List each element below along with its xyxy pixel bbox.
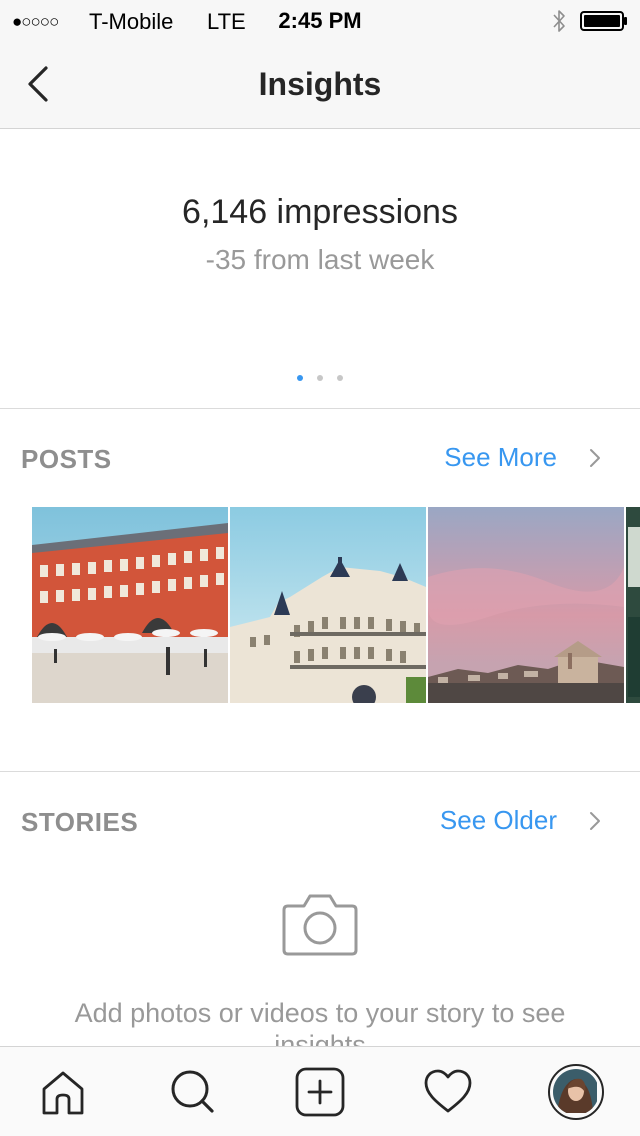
search-icon <box>171 1070 214 1113</box>
post-thumbnail-plaza[interactable] <box>32 507 228 703</box>
posts-section-title: POSTS <box>21 444 112 474</box>
post-thumbnail-building[interactable] <box>230 507 426 703</box>
tab-profile-avatar[interactable] <box>548 1064 604 1120</box>
post-thumbnail-skyline[interactable] <box>428 507 624 703</box>
page-dot <box>337 375 343 381</box>
impressions-count: 6,146 impressions <box>182 193 458 231</box>
impressions-change: -35 from last week <box>205 244 435 275</box>
stories-empty-message: Add photos or videos to your story to se… <box>74 998 566 1046</box>
avatar <box>553 1069 599 1115</box>
home-icon <box>42 1071 84 1115</box>
impressions-summary[interactable]: 6,146 impressions -35 from last week <box>0 129 640 409</box>
stories-section-title: STORIES <box>21 807 139 837</box>
see-more-link[interactable]: See More <box>400 442 557 473</box>
add-post-icon <box>295 1067 345 1117</box>
page-dot <box>317 375 323 381</box>
chevron-right-icon[interactable] <box>588 810 602 832</box>
tab-search[interactable] <box>166 1065 220 1119</box>
tab-bar <box>0 1046 640 1136</box>
tab-activity[interactable] <box>421 1065 475 1119</box>
battery-icon <box>580 11 627 31</box>
camera-icon <box>282 894 358 956</box>
status-time: 2:45 PM <box>278 8 362 33</box>
heart-icon <box>424 1069 472 1113</box>
page-title: Insights <box>258 66 382 102</box>
chevron-right-icon[interactable] <box>588 447 602 469</box>
tab-add[interactable] <box>293 1065 347 1119</box>
status-bar: ●○○○○ T-Mobile LTE 2:45 PM <box>0 0 640 40</box>
page-dot <box>297 375 303 381</box>
page-indicator <box>0 375 640 381</box>
post-thumbnail-partial[interactable] <box>626 507 640 703</box>
tab-home[interactable] <box>36 1065 90 1119</box>
stories-section: STORIES See Older Add photos or videos t… <box>0 772 640 1046</box>
navigation-bar: Insights <box>0 40 640 129</box>
bluetooth-icon <box>553 10 565 32</box>
posts-section: POSTS See More <box>0 409 640 772</box>
see-older-link[interactable]: See Older <box>400 805 557 836</box>
